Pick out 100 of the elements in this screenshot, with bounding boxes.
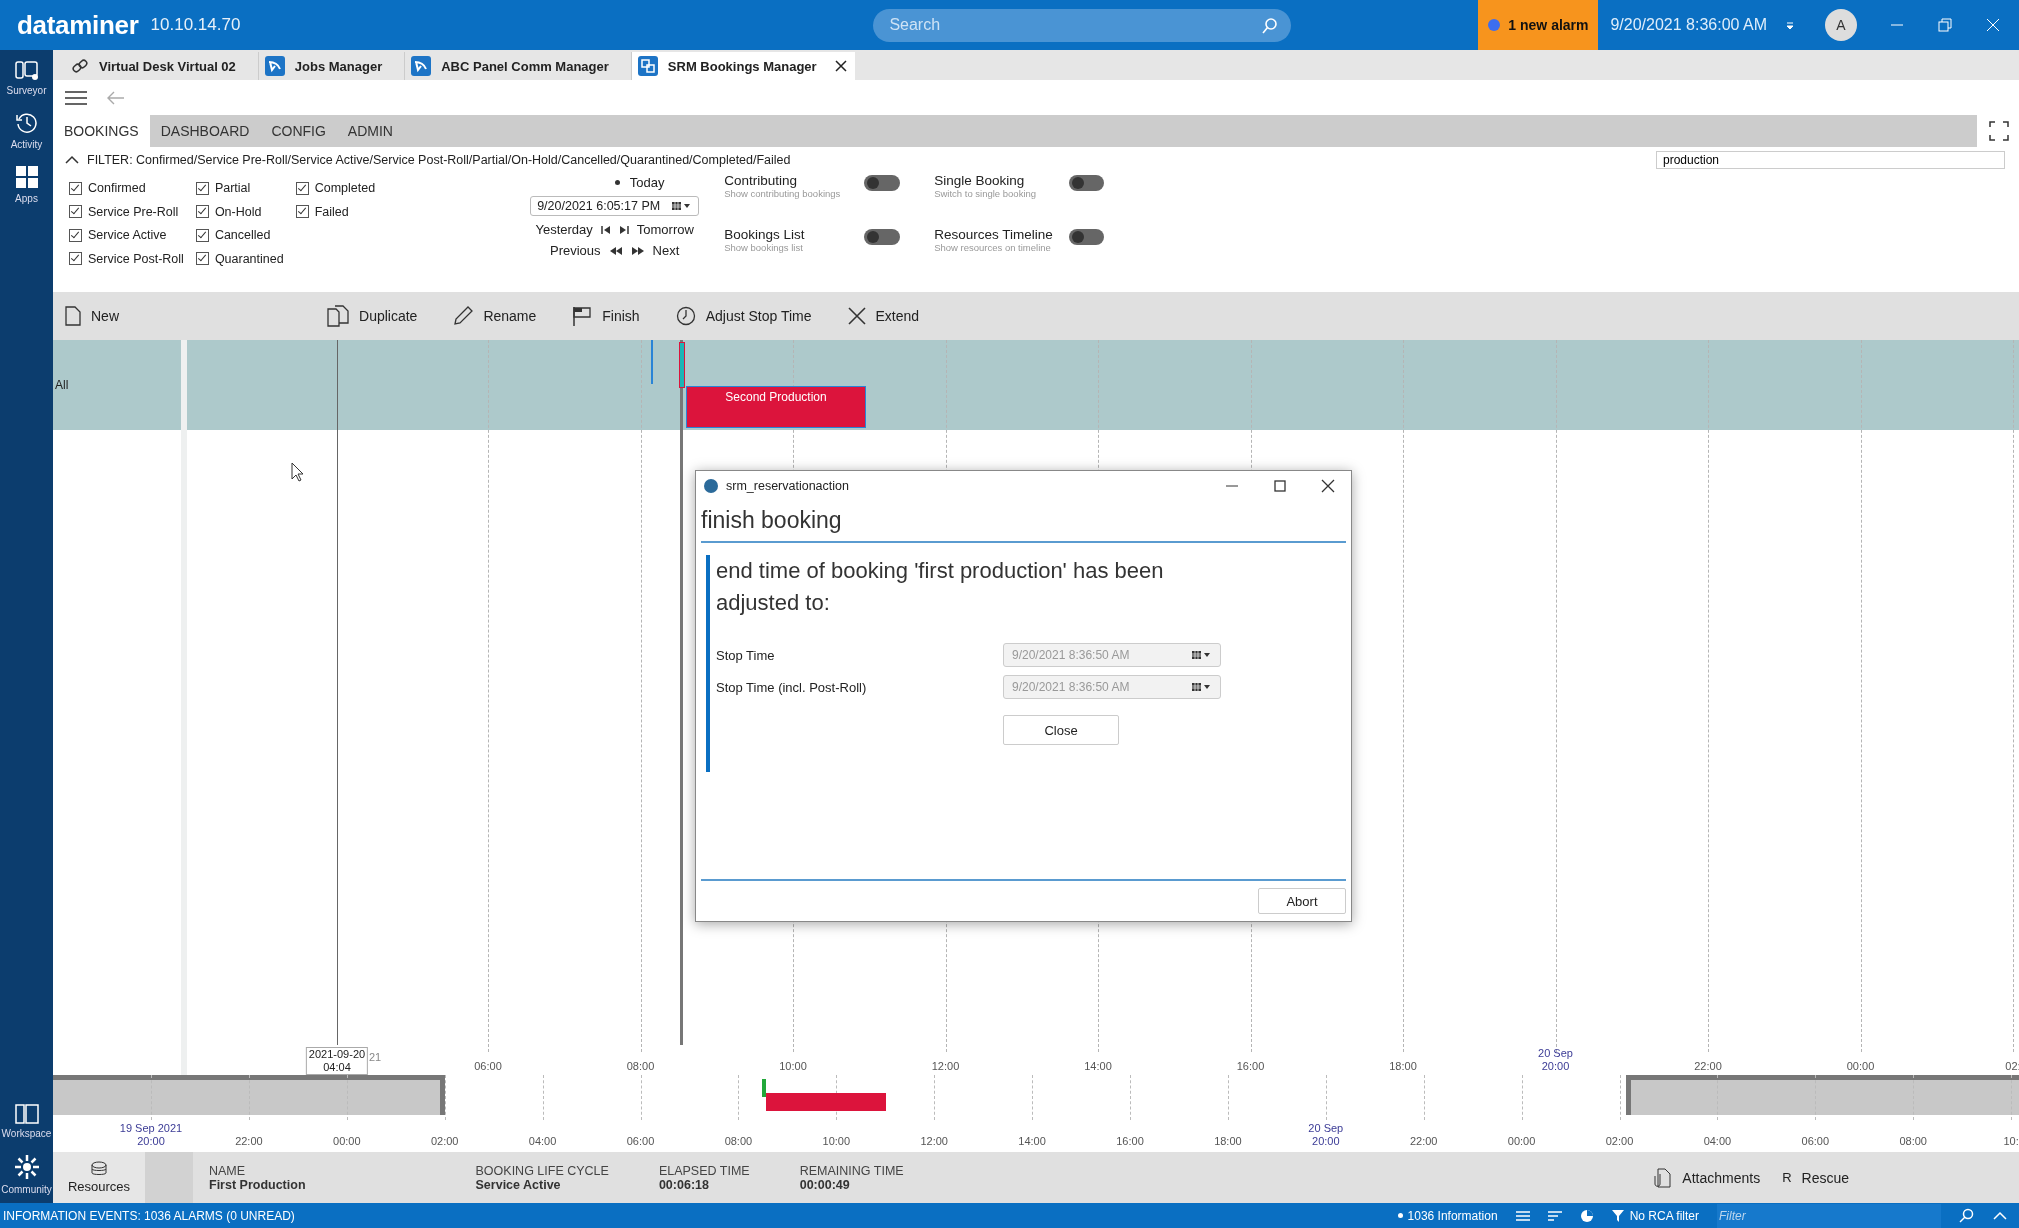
checkbox-label[interactable]: Failed: [314, 204, 349, 219]
toggle-label: Single Booking: [934, 173, 1026, 188]
app-tab[interactable]: Virtual Desk Virtual 02: [65, 52, 259, 80]
caret-up-icon[interactable]: [1993, 1210, 2007, 1221]
sidebar-item[interactable]: Apps: [0, 156, 53, 210]
info-count[interactable]: 1036 Information: [1407, 1208, 1498, 1223]
today-button[interactable]: Today: [629, 175, 665, 190]
toggle-switch[interactable]: [1069, 229, 1105, 246]
checkbox-label[interactable]: Confirmed: [88, 181, 146, 195]
search-field[interactable]: Search: [873, 8, 1292, 42]
toggle-switch[interactable]: [1069, 175, 1105, 191]
checkbox[interactable]: [195, 181, 209, 195]
checkbox-label[interactable]: Completed: [314, 181, 376, 195]
list-icon[interactable]: [1515, 1209, 1530, 1222]
bullet-icon: [1397, 1213, 1403, 1218]
booking-bar[interactable]: Second Production: [686, 386, 866, 428]
close-button[interactable]: Close: [1003, 715, 1119, 745]
checkbox[interactable]: [69, 205, 82, 218]
checkbox-label[interactable]: Cancelled: [214, 228, 271, 242]
checkbox-label[interactable]: Partial: [214, 181, 251, 195]
toolbar-button[interactable]: Adjust Stop Time: [675, 306, 812, 326]
tick-label: 00:00: [1507, 1135, 1536, 1148]
app-tab[interactable]: Jobs Manager: [258, 52, 406, 80]
checkbox[interactable]: [69, 228, 82, 242]
tomorrow-button[interactable]: Tomorrow: [636, 222, 694, 237]
nav-tab[interactable]: CONFIG: [260, 115, 337, 147]
checkbox[interactable]: [195, 205, 209, 218]
close-icon[interactable]: [834, 60, 847, 72]
toggle-label: Bookings List: [724, 227, 806, 243]
nav-tab[interactable]: ADMIN: [336, 115, 404, 147]
checkbox[interactable]: [69, 181, 82, 195]
skip-forward-icon[interactable]: [618, 224, 629, 235]
checkbox-label[interactable]: Service Active: [88, 228, 167, 242]
maximize-icon[interactable]: [1273, 479, 1287, 493]
tick-label: 18:00: [1389, 1060, 1417, 1073]
attachments-button[interactable]: Attachments: [1654, 1167, 1761, 1188]
rewind-icon[interactable]: [608, 245, 623, 256]
restore-icon[interactable]: [1937, 17, 1953, 33]
checkbox-label[interactable]: Quarantined: [214, 251, 284, 266]
next-button[interactable]: Next: [652, 243, 680, 258]
alarm-button[interactable]: 1 new alarm: [1478, 0, 1599, 50]
nav-tab[interactable]: DASHBOARD: [149, 115, 261, 147]
date-picker[interactable]: 9/20/2021 6:05:17 PM: [530, 196, 700, 216]
toolbar-button[interactable]: Duplicate: [327, 305, 418, 327]
apps-icon: [14, 165, 39, 189]
info-label: REMAINING TIME: [799, 1163, 904, 1178]
fullscreen-icon[interactable]: [1989, 121, 2009, 141]
close-icon[interactable]: [1321, 479, 1335, 493]
skip-back-icon[interactable]: [600, 224, 611, 235]
nav-tab[interactable]: BOOKINGS: [53, 115, 150, 147]
previous-button[interactable]: Previous: [550, 243, 601, 258]
app-tab[interactable]: ABC Panel Comm Manager: [405, 52, 632, 80]
sidebar-item[interactable]: Workspace: [0, 1095, 53, 1145]
message-text: end time of booking 'first production' has been adjusted to:: [716, 557, 1165, 617]
toggle-switch[interactable]: [864, 175, 901, 191]
fast-forward-icon[interactable]: [630, 245, 645, 256]
sort-icon[interactable]: [1547, 1209, 1562, 1222]
toolbar-button[interactable]: Finish: [572, 306, 640, 326]
toggle-switch[interactable]: [864, 229, 901, 246]
checkbox[interactable]: [295, 181, 309, 195]
checkbox[interactable]: [195, 252, 209, 265]
rescue-button[interactable]: Rescue: [1801, 1169, 1849, 1186]
avatar[interactable]: A: [1825, 9, 1857, 41]
sidebar-item[interactable]: Activity: [0, 102, 53, 156]
tick-label: 12:00: [931, 1060, 960, 1073]
resources-button[interactable]: Resources: [53, 1152, 145, 1203]
filter-field[interactable]: Filter: [1717, 1203, 1941, 1228]
info-value: Service Active: [475, 1177, 562, 1192]
tick-label: 20:00: [1541, 1060, 1570, 1073]
collapse-icon[interactable]: [65, 155, 79, 165]
filter-summary: FILTER: Confirmed/Service Pre-Roll/Service Active/Service Post-Roll/Partial/On-Hold/Cancelled/Quarantined/Completed/Failed: [87, 153, 791, 167]
sidebar-item[interactable]: Community: [0, 1145, 53, 1201]
menu-icon[interactable]: [65, 89, 87, 106]
calendar-icon: [1192, 682, 1212, 692]
toolbar-button[interactable]: Rename: [453, 306, 537, 326]
workspace-icon: [14, 1104, 39, 1124]
checkbox[interactable]: [295, 205, 309, 218]
toolbar-button[interactable]: Extend: [847, 307, 920, 325]
rca-filter-button[interactable]: No RCA filter: [1611, 1208, 1699, 1223]
tick-label: 08:00: [724, 1135, 753, 1148]
link-icon: [71, 57, 89, 75]
checkbox[interactable]: [195, 228, 209, 242]
search-field[interactable]: production: [1656, 151, 2005, 169]
tick-label: 04:00: [528, 1135, 557, 1148]
checkbox[interactable]: [69, 252, 82, 265]
checkbox-label[interactable]: On-Hold: [214, 204, 262, 219]
tick-label: 04:00: [1703, 1135, 1732, 1148]
overview-strip[interactable]: [53, 1075, 2019, 1120]
checkbox-label[interactable]: Service Pre-Roll: [88, 204, 179, 219]
app-tab[interactable]: SRM Bookings Manager: [631, 52, 855, 80]
pie-chart-icon[interactable]: [1579, 1208, 1594, 1223]
toolbar-button[interactable]: New: [65, 306, 119, 326]
search-icon: [1261, 16, 1280, 35]
caret-icon[interactable]: [1785, 20, 1795, 30]
search-icon[interactable]: [1959, 1207, 1975, 1224]
yesterday-button[interactable]: Yesterday: [535, 222, 593, 237]
abort-button[interactable]: Abort: [1258, 888, 1346, 914]
toggle-label: Resources Timeline: [934, 227, 1054, 243]
checkbox-label[interactable]: Service Post-Roll: [88, 251, 184, 266]
sidebar-item[interactable]: Surveyor: [0, 50, 53, 102]
